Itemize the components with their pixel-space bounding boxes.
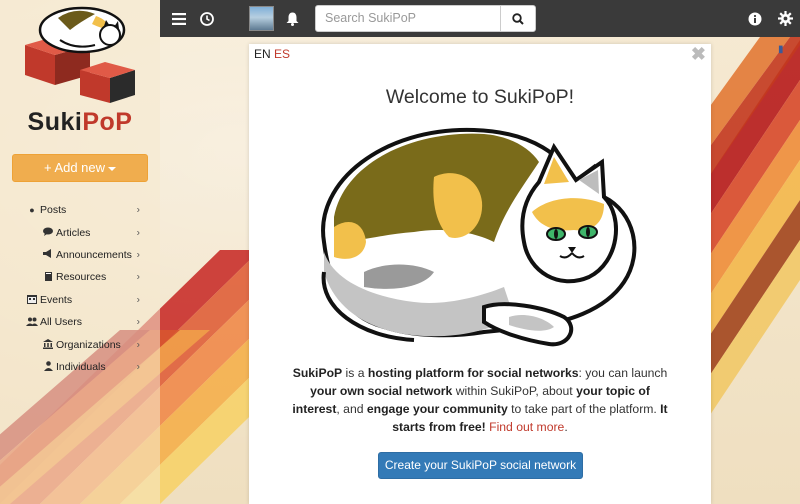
desc-bold: your own social network [310,384,453,398]
sidebar-item-label: Individuals [56,360,106,373]
desc-text: , and [336,402,367,416]
bell-icon[interactable] [282,0,302,37]
gear-icon[interactable] [774,0,796,37]
desc-text: . [564,420,568,434]
chevron-right-icon: › [136,227,140,239]
desc-text: within SukiPoP, about [452,384,577,398]
sidebar-item-label: Posts [40,204,67,217]
bank-icon [42,338,54,351]
sidebar-item-announcements[interactable]: Announcements › [0,244,160,266]
desc-brand: SukiPoP [292,366,343,380]
top-navbar: Search SukiPoP [160,0,800,37]
logo-cat-boxes-icon [25,6,135,103]
welcome-description: SukiPoP is a hosting platform for social… [289,364,671,436]
desc-text: : you can launch [578,366,668,380]
info-icon[interactable] [745,0,765,37]
welcome-modal: EN ES ✖ Welcome to SukiPoP! SukiPoP is a… [249,44,711,504]
modal-title: Welcome to SukiPoP! [385,86,575,108]
desc-bold: hosting platform for social networks [367,366,579,380]
create-social-network-button[interactable]: Create your SukiPoP social network [378,452,583,479]
language-switcher: EN ES [254,47,290,61]
sidebar-item-label: Events [40,293,73,306]
desc-text: to take part of the platform. [507,402,661,416]
sidebar-item-posts[interactable]: ● Posts › [0,199,160,221]
chevron-right-icon: › [136,361,140,373]
sidebar: SukiPoP + Add new ● Posts › Articles › A… [0,0,160,504]
sidebar-item-articles[interactable]: Articles › [0,221,160,243]
desc-bold: engage your community [366,402,508,416]
sidebar-item-label: All Users [40,316,83,329]
user-icon [42,361,54,373]
sidebar-item-organizations[interactable]: Organizations › [0,333,160,355]
calico-cat-illustration [321,127,637,347]
brand-pop: PoP [82,108,133,136]
chevron-right-icon: › [136,204,140,216]
logo[interactable]: SukiPoP [0,0,160,145]
brand-suki: Suki [27,108,83,136]
add-new-button[interactable]: + Add new [12,154,148,182]
chevron-right-icon: › [136,249,140,261]
bullhorn-icon [42,249,54,260]
sidebar-item-label: Resources [56,271,107,284]
chevron-right-icon: › [136,294,140,306]
chevron-right-icon: › [136,316,140,328]
lang-es-link[interactable]: ES [274,47,290,61]
search-input[interactable]: Search SukiPoP [315,5,501,32]
search-icon [512,12,524,25]
find-out-more-link[interactable]: Find out more [489,420,564,434]
sidebar-menu: ● Posts › Articles › Announcements › Res… [0,199,160,378]
edge-indicator-icon: ▮ [778,44,784,55]
sidebar-item-events[interactable]: Events › [0,289,160,311]
sidebar-item-individuals[interactable]: Individuals › [0,356,160,378]
users-icon [26,317,38,328]
close-icon[interactable]: ✖ [691,44,706,65]
sidebar-item-label: Announcements [56,248,132,261]
sidebar-item-all-users[interactable]: All Users › [0,311,160,333]
chevron-right-icon: › [136,271,140,283]
calendar-icon [26,294,38,306]
book-icon [42,271,54,283]
circle-icon: ● [29,205,35,216]
comment-icon [42,227,54,238]
hamburger-menu-icon[interactable] [168,0,190,37]
chevron-right-icon: › [136,339,140,351]
brand-name: SukiPoP [0,108,160,137]
clock-icon[interactable] [196,0,218,37]
sidebar-item-resources[interactable]: Resources › [0,266,160,288]
desc-text: is a [342,366,368,380]
caret-down-icon [108,166,117,171]
add-new-label: + Add new [43,160,106,175]
sidebar-item-label: Organizations [56,338,121,351]
sidebar-item-label: Articles [56,226,91,239]
user-avatar[interactable] [249,6,274,31]
lang-en-link[interactable]: EN [254,47,271,61]
search-button[interactable] [500,5,536,32]
